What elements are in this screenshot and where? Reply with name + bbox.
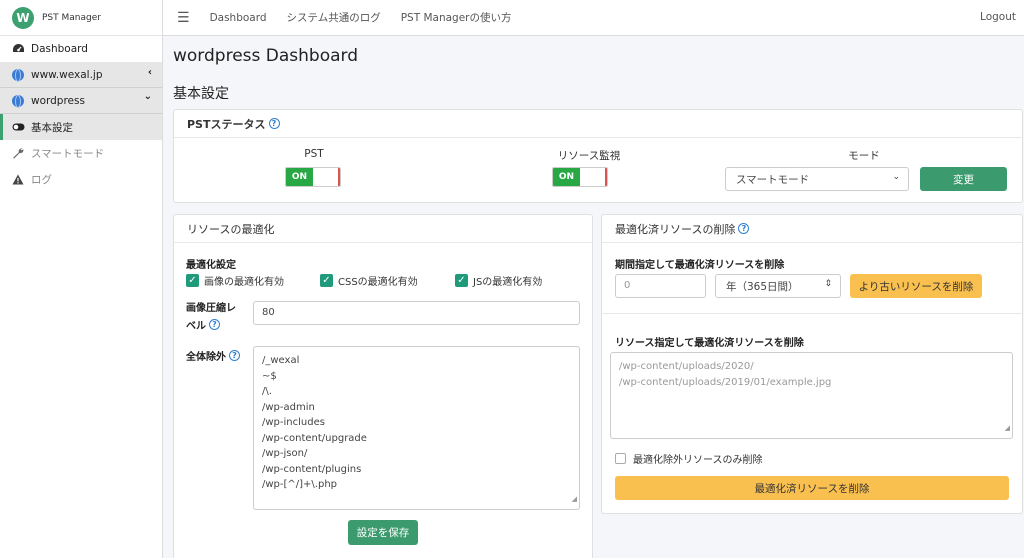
main-content: wordpress Dashboard 基本設定 PSTステータス ? PST …: [163, 36, 1024, 558]
help-icon[interactable]: ?: [268, 118, 280, 129]
delete-optimized-button[interactable]: 最適化済リソースを削除: [615, 476, 1009, 500]
resource-monitor-toggle[interactable]: ON: [552, 167, 608, 187]
resource-optimize-card: リソースの最適化 最適化設定 ✓ 画像の最適化有効 ✓ CSSの最適化有効 ✓ JSの…: [173, 214, 593, 558]
pst-status-card: PSTステータス ? PST ON リソース監視 ON モード スマートモード …: [173, 109, 1023, 203]
monitor-label: リソース監視: [557, 150, 621, 162]
section-title: 基本設定: [173, 86, 229, 102]
save-settings-button[interactable]: 設定を保存: [348, 520, 418, 545]
sidebar: W PST Manager Dashboard www.wexal.jp ‹ w…: [0, 0, 163, 558]
compress-level-label-2: ベル?: [186, 317, 220, 332]
select-caret-icon: ⇕: [824, 279, 832, 289]
period-select-value: 年（365日間）: [726, 280, 799, 293]
card-header: PSTステータス ?: [174, 110, 1022, 138]
change-mode-button[interactable]: 変更: [920, 167, 1007, 191]
period-unit-select[interactable]: 年（365日間） ⇕: [715, 274, 841, 298]
image-optimize-checkbox[interactable]: ✓ 画像の最適化有効: [186, 273, 284, 288]
optimize-title: リソースの最適化: [187, 222, 275, 236]
chevron-left-icon: ‹: [147, 67, 152, 78]
sidebar-item-label: wordpress: [31, 94, 85, 107]
optimize-settings-label: 最適化設定: [186, 260, 236, 271]
card-header: リソースの最適化: [174, 215, 592, 243]
global-exclude-textarea[interactable]: /_wexal ~$ /\. /wp-admin /wp-includes /w…: [253, 346, 580, 510]
divider: [602, 313, 1022, 314]
sidebar-item-log[interactable]: ログ: [0, 166, 162, 192]
hamburger-menu-icon[interactable]: ☰: [177, 10, 190, 26]
brand-logo: W: [12, 6, 34, 29]
pst-toggle[interactable]: ON: [285, 167, 341, 187]
help-icon[interactable]: ?: [229, 350, 240, 361]
dashboard-icon: [11, 42, 25, 56]
delete-older-button[interactable]: より古いリソースを削除: [850, 274, 982, 298]
toggle-icon: [11, 120, 25, 134]
warning-icon: [11, 172, 25, 186]
toggle-on-label: ON: [553, 168, 580, 186]
sidebar-item-label: ログ: [31, 173, 52, 186]
nav-link-dashboard[interactable]: Dashboard: [210, 12, 267, 24]
nav-link-how-to-use[interactable]: PST Managerの使い方: [401, 10, 512, 25]
top-navbar: ☰ Dashboard システム共通のログ PST Managerの使い方 Lo…: [163, 0, 1024, 36]
resource-delete-label: リソース指定して最適化済リソースを削除: [615, 338, 804, 349]
globe-icon: [11, 94, 25, 108]
check-icon: ✓: [455, 274, 468, 287]
select-caret-icon: ⌄: [892, 172, 900, 182]
mode-label: モード: [848, 150, 880, 162]
nav-link-system-log[interactable]: システム共通のログ: [287, 10, 381, 25]
sidebar-item-label: Dashboard: [31, 43, 88, 55]
js-optimize-checkbox[interactable]: ✓ JSの最適化有効: [455, 273, 542, 288]
sidebar-item-label: www.wexal.jp: [31, 68, 103, 81]
sidebar-item-smart-mode[interactable]: スマートモード: [0, 140, 162, 166]
sidebar-item-basic-settings[interactable]: 基本設定: [0, 114, 162, 140]
resize-grip-icon[interactable]: ◢: [572, 492, 577, 508]
check-icon: ✓: [186, 274, 199, 287]
card-header: 最適化済リソースの削除 ?: [602, 215, 1022, 243]
sidebar-item-dashboard[interactable]: Dashboard: [0, 36, 162, 62]
sidebar-item-label: 基本設定: [31, 121, 73, 134]
compress-level-label: 画像圧縮レ: [186, 303, 236, 314]
brand-name: PST Manager: [42, 12, 101, 23]
sidebar-item-label: スマートモード: [31, 147, 105, 160]
page-title: wordpress Dashboard: [173, 46, 358, 66]
pst-status-title: PSTステータス: [187, 117, 266, 131]
mode-select-value: スマートモード: [736, 173, 810, 186]
css-optimize-checkbox[interactable]: ✓ CSSの最適化有効: [320, 273, 418, 288]
mode-select[interactable]: スマートモード ⌄: [725, 167, 909, 191]
chevron-down-icon: ⌄: [143, 91, 152, 102]
delete-title: 最適化済リソースの削除: [615, 222, 736, 236]
global-exclude-label: 全体除外?: [186, 348, 240, 363]
check-icon: ✓: [320, 274, 333, 287]
checkbox-empty: [615, 453, 626, 464]
logout-link[interactable]: Logout: [980, 11, 1016, 23]
help-icon[interactable]: ?: [209, 319, 220, 330]
pst-label: PST: [304, 148, 324, 160]
compress-level-input[interactable]: 80: [253, 301, 580, 325]
help-icon[interactable]: ?: [738, 223, 750, 234]
period-delete-label: 期間指定して最適化済リソースを削除: [615, 260, 785, 271]
sidebar-item-wexal[interactable]: www.wexal.jp ‹: [0, 62, 162, 88]
wrench-icon: [11, 146, 25, 160]
delete-resources-card: 最適化済リソースの削除 ? 期間指定して最適化済リソースを削除 0 年（365日…: [601, 214, 1023, 514]
brand[interactable]: W PST Manager: [0, 0, 162, 36]
sidebar-item-wordpress[interactable]: wordpress ⌄: [0, 88, 162, 114]
only-excluded-checkbox[interactable]: 最適化除外リソースのみ削除: [615, 451, 763, 466]
period-number-input[interactable]: 0: [615, 274, 706, 298]
globe-icon: [11, 68, 25, 82]
toggle-on-label: ON: [286, 168, 313, 186]
resize-grip-icon[interactable]: ◢: [1005, 421, 1010, 437]
resource-paths-textarea[interactable]: /wp-content/uploads/2020/ /wp-content/up…: [610, 352, 1013, 439]
